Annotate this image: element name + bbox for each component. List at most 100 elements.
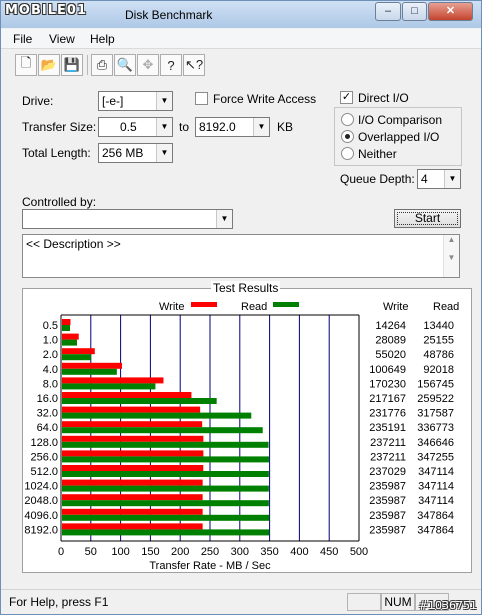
category-label: 8.0 (43, 378, 58, 390)
menu-help[interactable]: Help (90, 32, 115, 46)
read-value: 347114 (418, 481, 454, 493)
write-value: 237211 (370, 451, 406, 463)
category-label: 1.0 (43, 335, 58, 347)
chevron-down-icon: ▼ (156, 144, 172, 162)
to-label: to (179, 120, 190, 134)
read-value: 317587 (417, 408, 454, 420)
write-value: 231776 (369, 408, 406, 420)
force-write-label: Force Write Access (213, 92, 317, 106)
menu-bar: File View Help (1, 29, 481, 49)
new-icon[interactable]: 🗋 (15, 54, 37, 76)
queue-depth-select[interactable]: 4 ▼ (417, 169, 461, 189)
x-tick-label: 200 (171, 546, 189, 558)
description-box[interactable]: << Description >> ▲ ▼ (22, 234, 460, 278)
write-value: 237029 (369, 466, 406, 478)
write-value: 237211 (370, 437, 406, 449)
description-scrollbar[interactable]: ▲ ▼ (443, 235, 459, 277)
category-label: 64.0 (37, 422, 58, 434)
x-axis-label: Transfer Rate - MB / Sec (149, 560, 271, 572)
category-label: 1024.0 (24, 481, 58, 493)
open-icon[interactable]: 📂 (38, 54, 60, 76)
category-label: 4096.0 (24, 510, 58, 522)
read-value: 346646 (417, 437, 454, 449)
write-bar (62, 377, 164, 384)
write-bar (62, 479, 203, 486)
write-bar (62, 406, 201, 413)
maximize-button[interactable]: □ (402, 2, 427, 21)
category-label: 4.0 (43, 364, 58, 376)
total-length-select[interactable]: 256 MB ▼ (98, 143, 173, 163)
read-value: 347114 (418, 495, 454, 507)
category-label: 512.0 (30, 466, 58, 478)
legend-write-swatch (191, 302, 217, 307)
category-label: 0.5 (43, 320, 58, 332)
menu-view[interactable]: View (49, 32, 75, 46)
read-bar (62, 339, 77, 346)
category-label: 32.0 (37, 408, 58, 420)
context-help-icon[interactable]: ↖? (183, 54, 205, 76)
minimize-button[interactable]: – (375, 2, 401, 21)
x-tick-label: 250 (201, 546, 219, 558)
x-tick-label: 500 (350, 546, 368, 558)
direct-io-checkbox[interactable]: ✓ (340, 91, 353, 104)
write-bar (62, 450, 204, 457)
read-bar (62, 485, 269, 492)
chevron-down-icon: ▼ (216, 210, 232, 228)
x-tick-label: 450 (320, 546, 338, 558)
write-value: 28089 (375, 335, 406, 347)
read-value: 347864 (417, 524, 454, 536)
column-write-header: Write (383, 301, 408, 313)
radio-neither[interactable] (341, 147, 354, 160)
num-lock-indicator: NUM (381, 593, 415, 611)
radio-io-comparison[interactable] (341, 113, 354, 126)
write-value: 235191 (369, 422, 406, 434)
controlled-by-select[interactable]: ▼ (22, 209, 233, 229)
read-value: 156745 (417, 378, 454, 390)
test-results-group: Test Results 0.5 1.0 2.0 4.0 8.0 16.0 32.0 64.0… (22, 281, 472, 573)
write-value: 235987 (369, 510, 406, 522)
transfer-from-select[interactable]: 0.5 ▼ (98, 117, 173, 137)
drive-label: Drive: (22, 94, 54, 108)
write-bar (62, 523, 203, 530)
description-text: << Description >> (26, 237, 121, 251)
category-label: 128.0 (30, 437, 58, 449)
x-tick-label: 50 (85, 546, 97, 558)
read-bar (62, 456, 269, 463)
write-value: 100649 (369, 364, 406, 376)
read-bar (62, 368, 117, 375)
read-bar (62, 471, 269, 477)
force-write-checkbox[interactable] (195, 92, 208, 105)
read-bar (62, 325, 71, 331)
drive-select[interactable]: [-e-] ▼ (98, 91, 173, 111)
chevron-down-icon: ▼ (156, 92, 172, 110)
write-value: 235987 (369, 524, 406, 536)
kb-label: KB (277, 120, 294, 134)
io-comparison-label: I/O Comparison (358, 113, 443, 127)
write-bar (62, 348, 95, 355)
write-bar (62, 319, 71, 325)
read-bar (62, 514, 270, 521)
close-button[interactable]: ✕ (428, 2, 473, 21)
print-preview-icon[interactable]: 🔍 (114, 54, 136, 76)
help-icon[interactable]: ? (160, 54, 182, 76)
x-tick-label: 400 (290, 546, 308, 558)
write-value: 55020 (375, 349, 406, 361)
move-icon[interactable]: ✥ (137, 54, 159, 76)
queue-depth-value: 4 (421, 172, 428, 186)
overlapped-io-label: Overlapped I/O (358, 130, 440, 144)
write-bar (62, 435, 204, 442)
x-tick-label: 100 (111, 546, 129, 558)
category-label: 16.0 (37, 393, 58, 405)
legend-write-label: Write (159, 301, 184, 313)
column-read-header: Read (433, 301, 459, 313)
title-bar[interactable]: MOBILE01 Disk Benchmark – □ ✕ (1, 1, 481, 28)
transfer-to-select[interactable]: 8192.0 ▼ (195, 117, 270, 137)
save-icon[interactable]: 💾 (61, 54, 83, 76)
print-icon[interactable]: ⎙ (91, 54, 113, 76)
direct-io-label: Direct I/O (358, 91, 409, 105)
category-label: 8192.0 (24, 524, 58, 536)
watermark: #1036751 (418, 599, 477, 612)
start-button[interactable]: Start (394, 209, 461, 228)
radio-overlapped-io[interactable] (341, 130, 354, 143)
menu-file[interactable]: File (13, 32, 32, 46)
